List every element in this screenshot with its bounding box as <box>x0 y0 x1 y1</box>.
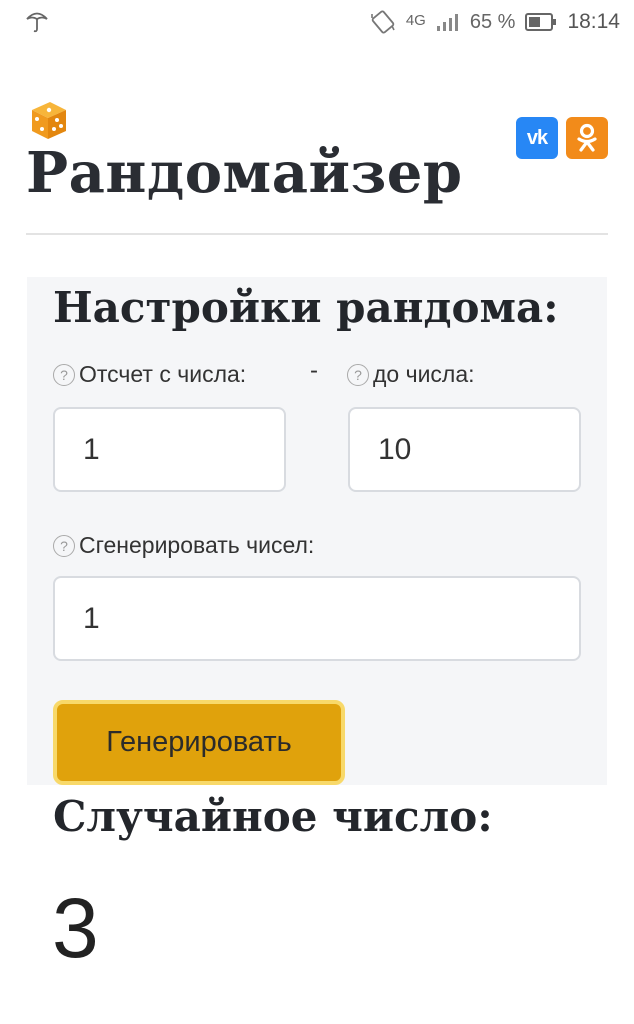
settings-panel: Настройки рандома: ? Отсчет с числа: - ?… <box>27 277 607 785</box>
battery-icon <box>525 13 557 31</box>
from-number-input[interactable]: 1 <box>53 407 286 492</box>
ok-share-button[interactable] <box>566 117 608 159</box>
header-divider <box>26 233 608 235</box>
page-title: Рандомайзер <box>26 140 463 206</box>
odnoklassniki-icon <box>577 123 597 152</box>
status-bar: 4G 65 % 18:14 <box>0 0 634 44</box>
vk-icon: vk <box>526 126 548 149</box>
generate-button[interactable]: Генерировать <box>53 700 345 785</box>
range-separator: - <box>310 357 318 384</box>
rotate-icon <box>371 10 395 34</box>
help-icon[interactable]: ? <box>347 363 369 386</box>
to-number-input[interactable]: 10 <box>348 407 581 492</box>
battery-percent: 65 % <box>469 10 516 33</box>
umbrella-icon <box>26 12 48 33</box>
result-title: Случайное число: <box>53 792 493 841</box>
signal-icon <box>436 14 458 31</box>
count-label: ? Сгенерировать чисел: <box>53 532 314 559</box>
from-label-text: Отсчет с числа: <box>79 361 247 387</box>
from-label: ? Отсчет с числа: <box>53 361 246 388</box>
to-label: ? до числа: <box>347 361 475 388</box>
settings-title: Настройки рандома: <box>53 283 559 332</box>
social-links: vk <box>516 117 608 159</box>
count-input[interactable]: 1 <box>53 576 581 661</box>
network-type: 4G <box>405 11 426 29</box>
result-value: 3 <box>52 881 99 975</box>
help-icon[interactable]: ? <box>53 534 75 557</box>
dice-icon[interactable] <box>26 98 70 142</box>
to-label-text: до числа: <box>373 361 475 387</box>
count-label-text: Сгенерировать чисел: <box>79 532 315 558</box>
clock: 18:14 <box>567 10 620 33</box>
vk-share-button[interactable]: vk <box>516 117 558 159</box>
help-icon[interactable]: ? <box>53 363 75 386</box>
status-indicators: 4G 65 % 18:14 <box>370 10 620 34</box>
